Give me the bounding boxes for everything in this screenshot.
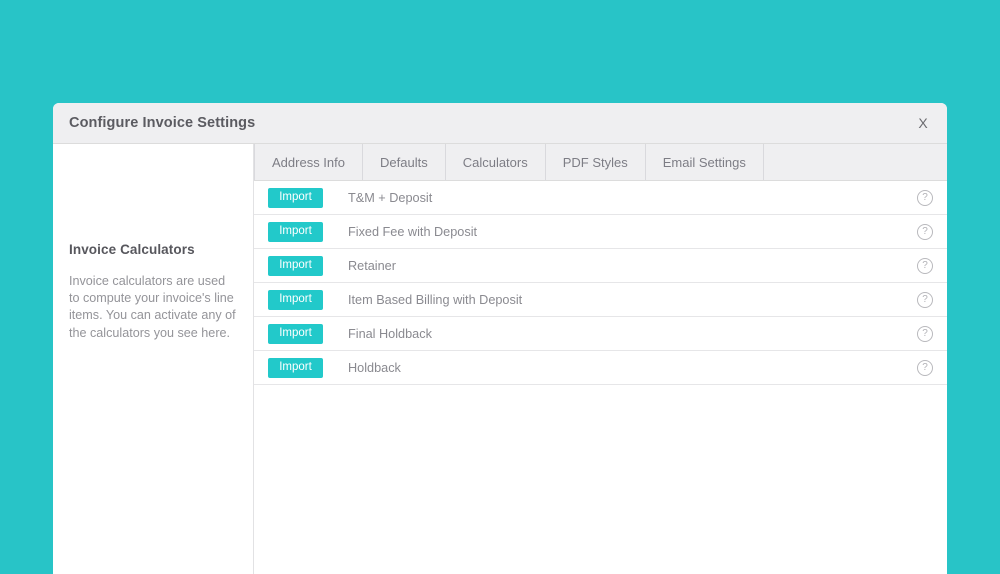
configure-invoice-settings-dialog: Configure Invoice Settings X Invoice Cal… xyxy=(53,103,947,574)
help-icon[interactable]: ? xyxy=(917,291,933,308)
page-title: Configure Invoice Settings xyxy=(69,115,256,131)
sidebar: Invoice Calculators Invoice calculators … xyxy=(53,144,254,574)
import-button[interactable]: Import xyxy=(268,289,323,310)
calculator-list: Import T&M + Deposit ? Import Fixed Fee … xyxy=(254,181,947,574)
import-button[interactable]: Import xyxy=(268,187,323,208)
calculator-name: Fixed Fee with Deposit xyxy=(348,224,478,239)
help-icon[interactable]: ? xyxy=(917,325,933,342)
help-icon[interactable]: ? xyxy=(917,359,933,376)
content-panel: Address Info Defaults Calculators PDF St… xyxy=(254,144,947,574)
import-button[interactable]: Import xyxy=(268,323,323,344)
help-icon[interactable]: ? xyxy=(917,223,933,240)
table-row: Import Item Based Billing with Deposit ? xyxy=(254,283,947,317)
tab-defaults[interactable]: Defaults xyxy=(363,144,446,180)
tab-calculators[interactable]: Calculators xyxy=(446,144,546,180)
close-icon[interactable]: X xyxy=(913,113,933,133)
tab-bar: Address Info Defaults Calculators PDF St… xyxy=(254,144,947,181)
sidebar-description: Invoice calculators are used to compute … xyxy=(69,274,236,340)
table-row: Import Fixed Fee with Deposit ? xyxy=(254,215,947,249)
table-row: Import Holdback ? xyxy=(254,351,947,385)
calculator-name: Item Based Billing with Deposit xyxy=(348,292,523,307)
help-icon[interactable]: ? xyxy=(917,189,933,206)
dialog-header: Configure Invoice Settings X xyxy=(53,103,947,144)
table-row: Import T&M + Deposit ? xyxy=(254,181,947,215)
import-button[interactable]: Import xyxy=(268,357,323,378)
tab-address-info[interactable]: Address Info xyxy=(254,144,363,180)
dialog-body: Invoice Calculators Invoice calculators … xyxy=(53,144,947,574)
import-button[interactable]: Import xyxy=(268,255,323,276)
tab-bar-filler xyxy=(764,144,947,180)
tab-pdf-styles[interactable]: PDF Styles xyxy=(546,144,646,180)
calculator-name: T&M + Deposit xyxy=(348,190,433,205)
calculator-name: Final Holdback xyxy=(348,326,432,341)
help-icon[interactable]: ? xyxy=(917,257,933,274)
import-button[interactable]: Import xyxy=(268,221,323,242)
calculator-name: Retainer xyxy=(348,258,396,273)
calculator-name: Holdback xyxy=(348,360,401,375)
table-row: Import Final Holdback ? xyxy=(254,317,947,351)
tab-email-settings[interactable]: Email Settings xyxy=(646,144,764,180)
table-row: Import Retainer ? xyxy=(254,249,947,283)
sidebar-heading: Invoice Calculators xyxy=(69,242,195,257)
